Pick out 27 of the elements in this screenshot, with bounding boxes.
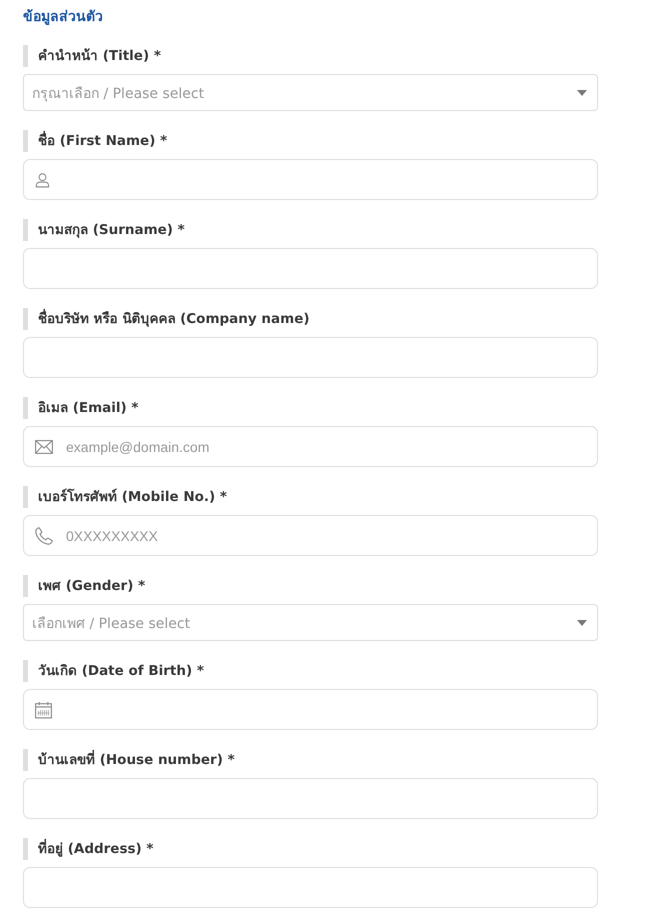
- phone-icon: [35, 526, 53, 544]
- phone-field[interactable]: 0XXXXXXXXX: [23, 515, 598, 556]
- field-label: ชื่อบริษัท หรือ นิติบุคคล (Company name): [23, 308, 312, 330]
- text-field[interactable]: [23, 778, 598, 819]
- section-title: ข้อมูลส่วนตัว: [23, 8, 103, 27]
- date-field[interactable]: [23, 689, 598, 730]
- field-label: เบอร์โทรศัพท์ (Mobile No.) *: [23, 486, 229, 508]
- text-field[interactable]: [23, 867, 598, 908]
- select-dropdown[interactable]: เลือกเพศ / Please select: [23, 604, 598, 641]
- text-field[interactable]: [23, 248, 598, 289]
- caret-icon: [577, 620, 587, 626]
- field-label: ชื่อ (First Name) *: [23, 130, 170, 152]
- field-label: วันเกิด (Date of Birth) *: [23, 660, 206, 682]
- email-field[interactable]: example@domain.com: [23, 426, 598, 467]
- field-label: บ้านเลขที่ (House number) *: [23, 749, 237, 771]
- field-label: คำนำหน้า (Title) *: [23, 45, 163, 67]
- field-label: อิเมล (Email) *: [23, 397, 140, 419]
- text-field[interactable]: [23, 337, 598, 378]
- caret-icon: [577, 90, 587, 96]
- first-name-field[interactable]: [23, 159, 598, 200]
- select-dropdown[interactable]: กรุณาเลือก / Please select: [23, 74, 598, 111]
- field-label: เพศ (Gender) *: [23, 575, 148, 597]
- calendar-icon: [35, 701, 52, 718]
- envelope-icon: [35, 440, 53, 454]
- field-label: นามสกุล (Surname) *: [23, 219, 187, 241]
- field-label: ที่อยู่ (Address) *: [23, 838, 156, 860]
- person-icon: [35, 172, 50, 187]
